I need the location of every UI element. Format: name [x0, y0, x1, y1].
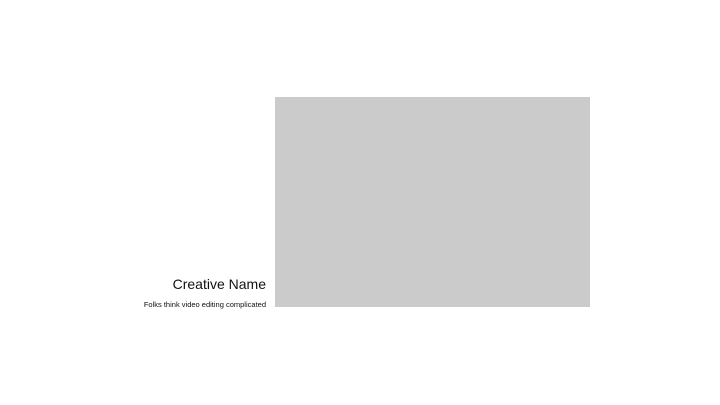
caption-title: Creative Name [172, 276, 266, 292]
caption-subtitle: Folks think video editing complicated [143, 300, 266, 309]
slide-canvas: Creative Name Folks think video editing … [0, 0, 720, 405]
image-placeholder [275, 97, 590, 307]
caption-block: Creative Name Folks think video editing … [144, 276, 266, 309]
